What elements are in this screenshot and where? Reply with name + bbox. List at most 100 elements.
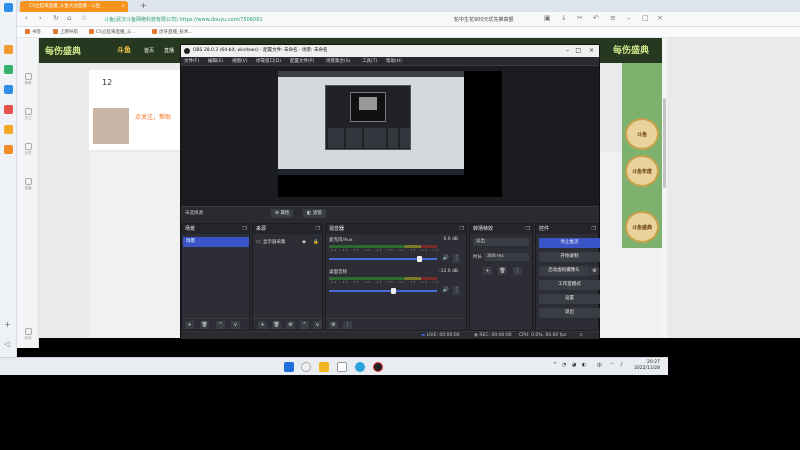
close-window-icon[interactable]: × [657, 14, 663, 22]
app-icon[interactable] [319, 362, 329, 372]
obs-taskbar-icon[interactable] [373, 362, 383, 372]
duration-input[interactable]: 300 ms [484, 253, 529, 261]
scene-item[interactable]: 场景 [183, 237, 249, 247]
add-icon[interactable]: + [4, 320, 13, 329]
back-icon[interactable]: ‹ [25, 14, 28, 22]
weibo-icon[interactable] [4, 105, 13, 114]
input-method[interactable]: 中 [597, 362, 602, 369]
lock-icon[interactable]: 🔒 [313, 238, 319, 247]
menu-scene-collection[interactable]: 场景集合(S) [326, 57, 350, 66]
tray-app-icon[interactable]: ◔ [562, 362, 566, 368]
speaker-icon[interactable]: 🔊 [443, 255, 449, 261]
menu-profile[interactable]: 配置文件(P) [290, 57, 314, 66]
favorite-star-icon[interactable]: ☆ [81, 14, 87, 22]
properties-button[interactable]: ⚙ 属性 [271, 209, 294, 218]
preview-canvas[interactable] [278, 71, 502, 197]
menu-view[interactable]: 视图(V) [232, 57, 248, 66]
left-nav-item[interactable]: 推荐 [20, 73, 36, 86]
volume-knob[interactable] [416, 256, 422, 262]
page-scrollbar[interactable] [662, 38, 667, 338]
volume-icon[interactable]: ♪ [620, 362, 623, 368]
bookmark-item[interactable]: 书签 [25, 27, 41, 38]
tray-app-icon[interactable]: ◐ [582, 362, 586, 368]
event-badge[interactable]: 斗鱼年度 [625, 155, 659, 187]
undo-icon[interactable]: ↶ [593, 14, 599, 22]
douyu-logo[interactable]: 斗鱼 [117, 45, 131, 55]
game-icon[interactable] [4, 125, 13, 134]
left-nav-item[interactable]: 游戏 [20, 328, 36, 341]
event-badge[interactable]: 斗鱼 [625, 118, 659, 150]
source-item[interactable]: ▭ 显示器采集 ◉ 🔒 [255, 238, 323, 247]
bookmark-item[interactable]: 上网导航 [53, 27, 78, 38]
undock-icon[interactable]: ❐ [316, 224, 320, 234]
volume-knob[interactable] [390, 288, 396, 294]
obs-minimize-icon[interactable]: – [566, 45, 569, 57]
menu-edit[interactable]: 编辑(E) [208, 57, 223, 66]
streamer-avatar[interactable] [93, 108, 129, 144]
file-explorer-icon[interactable] [337, 362, 347, 372]
wifi-icon[interactable]: ◠ [610, 362, 614, 368]
reload-icon[interactable]: ↻ [53, 14, 59, 22]
collapse-icon[interactable]: ◁ [4, 340, 13, 349]
studio-mode-button[interactable]: 工作室模式 [539, 280, 600, 290]
desktop-volume-slider[interactable] [329, 288, 437, 294]
bookmark-item[interactable]: 虎牙直播_技术... [152, 27, 193, 38]
wechat-icon[interactable] [4, 65, 13, 74]
transition-menu-icon[interactable]: ⋮ [513, 267, 522, 275]
move-up-icon[interactable]: ^ [300, 321, 309, 329]
address-bar[interactable]: 斗鱼(武汉斗鱼网络科技有限公司) https://www.douyu.com/7… [104, 15, 454, 25]
system-clock[interactable]: 20:27 2022/11/28 [634, 360, 660, 372]
advanced-audio-icon[interactable]: ⚙ [329, 321, 338, 329]
transition-select[interactable]: 淡出 [473, 238, 529, 246]
add-icon[interactable]: + [258, 321, 267, 329]
scrollbar-thumb[interactable] [663, 98, 666, 188]
douyu-nav-item[interactable]: 直播 [164, 47, 174, 54]
remove-icon[interactable]: 🗑 [200, 321, 209, 329]
obs-close-icon[interactable]: × [589, 45, 594, 57]
visibility-eye-icon[interactable]: ◉ [302, 238, 306, 247]
start-icon[interactable] [284, 362, 294, 372]
browser-taskbar-icon[interactable] [355, 362, 365, 372]
settings-icon[interactable]: ⚙ [286, 321, 295, 329]
obs-maximize-icon[interactable]: □ [575, 45, 581, 57]
channel-menu-icon[interactable]: ⋮ [453, 286, 460, 295]
undock-icon[interactable]: ❐ [460, 224, 464, 234]
mixer-menu-icon[interactable]: ⋮ [343, 321, 352, 329]
app-icon[interactable] [4, 85, 13, 94]
mic-volume-slider[interactable] [329, 256, 437, 262]
menu-docks[interactable]: 停靠窗口(D) [256, 57, 281, 66]
start-virtual-camera-button[interactable]: 启动虚拟摄像头 [539, 266, 589, 276]
tab-active[interactable]: CS立起来直播_斗鱼大战直播 - 斗鱼 × [20, 1, 128, 12]
start-recording-button[interactable]: 开始录制 [539, 252, 600, 262]
tray-app-icon[interactable]: ◕ [572, 362, 576, 368]
scissors-icon[interactable]: ✂ [577, 14, 583, 22]
extension-icon[interactable]: ▣ [544, 14, 551, 22]
remove-transition-icon[interactable]: 🗑 [498, 267, 507, 275]
menu-icon[interactable]: ≡ [610, 14, 616, 22]
minimize-icon[interactable]: – [627, 14, 631, 22]
add-icon[interactable]: + [185, 321, 194, 329]
move-down-icon[interactable]: v [231, 321, 240, 329]
filters-button[interactable]: ◧ 滤镜 [303, 209, 326, 218]
left-nav-item[interactable]: 分类 [20, 143, 36, 156]
undock-icon[interactable]: ❐ [592, 224, 596, 234]
left-nav-item[interactable]: 直播 [20, 178, 36, 191]
follow-prompt[interactable]: 点关注，帮助 [135, 112, 171, 121]
menu-file[interactable]: 文件(F) [184, 57, 199, 66]
move-down-icon[interactable]: v [313, 321, 322, 329]
exit-button[interactable]: 退出 [539, 308, 600, 318]
favorites-icon[interactable] [4, 45, 13, 54]
bookmark-item[interactable]: CS立起来直播_斗... [89, 27, 136, 38]
undock-icon[interactable]: ❐ [243, 224, 247, 234]
maximize-icon[interactable]: □ [642, 14, 649, 22]
settings-button[interactable]: 设置 [539, 294, 600, 304]
search-suggestion[interactable]: 轮中生花900元优先推高额 [454, 16, 514, 23]
tab-close-icon[interactable]: × [121, 1, 125, 12]
menu-help[interactable]: 帮助(H) [386, 57, 402, 66]
douyu-nav-item[interactable]: 首页 [144, 47, 154, 54]
search-icon[interactable] [301, 362, 311, 372]
left-nav-item[interactable]: 关注 [20, 108, 36, 121]
shop-icon[interactable] [4, 145, 13, 154]
move-up-icon[interactable]: ^ [216, 321, 225, 329]
undock-icon[interactable]: ❐ [526, 224, 530, 234]
